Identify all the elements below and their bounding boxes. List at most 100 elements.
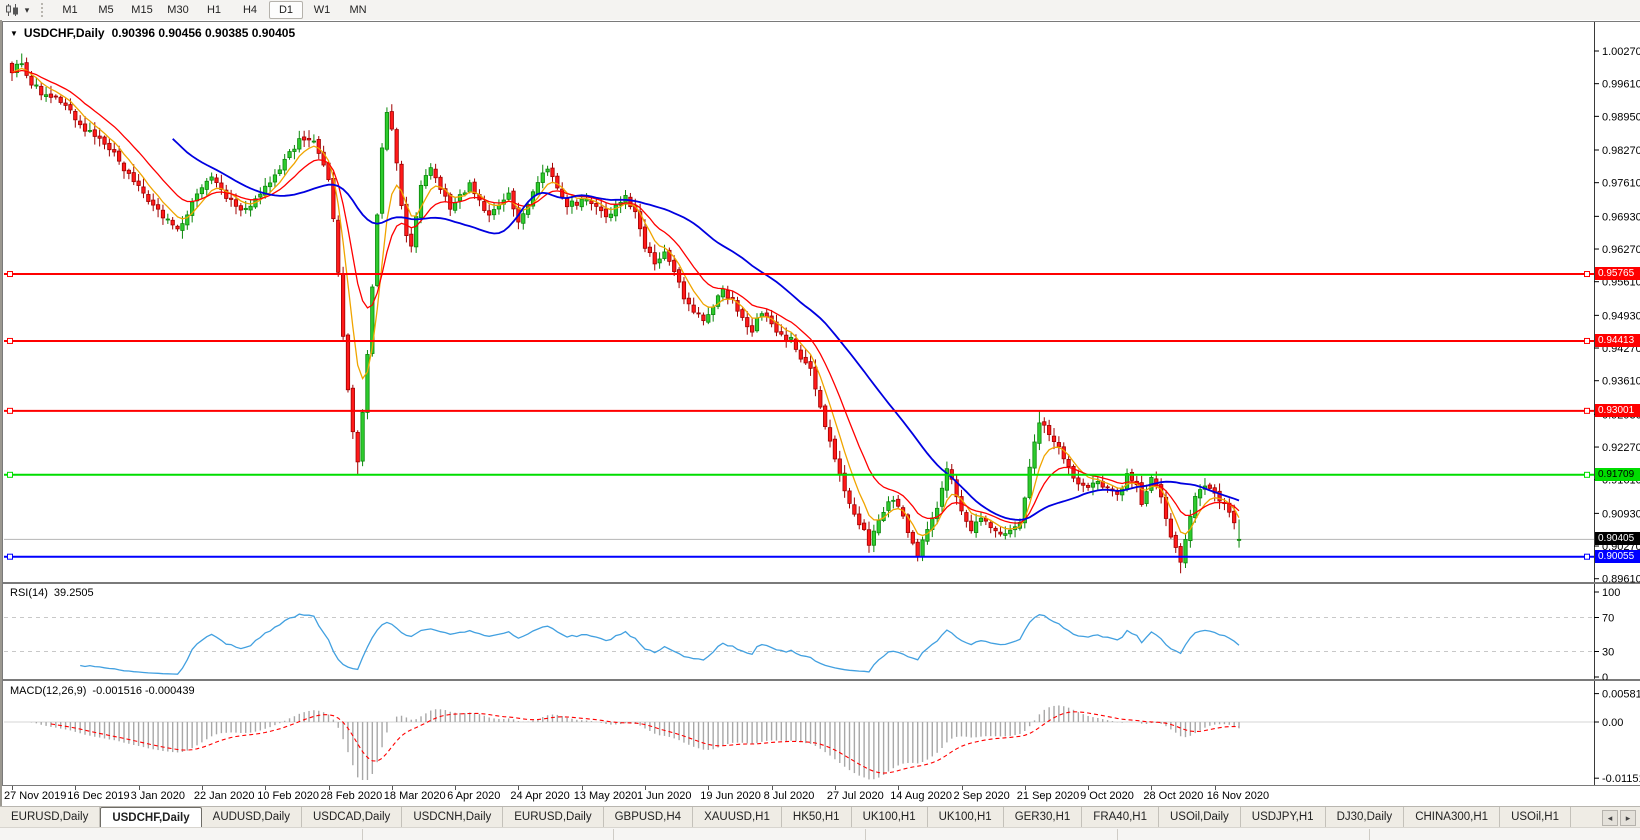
price-badge-0.90055: 0.90055 — [1595, 550, 1640, 563]
line-handle[interactable] — [1585, 554, 1590, 559]
tab-scroll-left[interactable]: ◂ — [1602, 810, 1618, 826]
candle-body — [273, 175, 276, 182]
chart-tab-DJ30-Daily[interactable]: DJ30,Daily — [1326, 807, 1405, 828]
candle-body — [1077, 478, 1080, 484]
candle-body — [1194, 496, 1197, 517]
chart-dropdown-icon[interactable]: ▼ — [10, 29, 18, 38]
candle-body — [293, 149, 296, 151]
chart-tab-AUDUSD-Daily[interactable]: AUDUSD,Daily — [202, 807, 302, 828]
candle-body — [44, 95, 47, 97]
candle-body — [897, 499, 900, 506]
candle-body — [1145, 492, 1148, 504]
candle-body — [1184, 540, 1187, 563]
candle-body — [916, 542, 919, 556]
date-label: 28 Feb 2020 — [321, 790, 383, 802]
chart-tab-USDCAD-Daily[interactable]: USDCAD,Daily — [302, 807, 402, 828]
line-handle[interactable] — [8, 338, 13, 343]
candle-body — [88, 130, 91, 131]
chart-tab-USOil-Daily[interactable]: USOil,Daily — [1159, 807, 1241, 828]
timeframe-button-H1[interactable]: H1 — [197, 1, 231, 19]
line-handle[interactable] — [1585, 338, 1590, 343]
chart-tab-USDJPY-H1[interactable]: USDJPY,H1 — [1241, 807, 1326, 828]
candle-body — [1028, 467, 1031, 497]
timeframe-button-MN[interactable]: MN — [341, 1, 375, 19]
timeframe-button-W1[interactable]: W1 — [305, 1, 339, 19]
timeframe-button-D1[interactable]: D1 — [269, 1, 303, 19]
line-handle[interactable] — [8, 408, 13, 413]
candle-body — [137, 181, 140, 185]
candle-body — [911, 532, 914, 543]
timeframe-button-H4[interactable]: H4 — [233, 1, 267, 19]
chart-ohlc-values: 0.90396 0.90456 0.90385 0.90405 — [112, 26, 296, 40]
candle-body — [78, 121, 81, 125]
chart-type-icon[interactable] — [3, 2, 21, 18]
price-badge-0.91709: 0.91709 — [1595, 468, 1640, 481]
candle-body — [614, 205, 617, 216]
timeframe-button-M1[interactable]: M1 — [53, 1, 87, 19]
candle-body — [965, 513, 968, 522]
candle-body — [390, 112, 393, 129]
candle-body — [337, 220, 340, 272]
chart-type-dropdown-caret[interactable]: ▾ — [21, 5, 33, 16]
price-axis-label: 0.96930 — [1602, 211, 1640, 223]
date-label: 28 Oct 2020 — [1143, 790, 1203, 802]
chart-tab-CHINA300-H1[interactable]: CHINA300,H1 — [1404, 807, 1500, 828]
candle-body — [697, 313, 700, 314]
tab-scroll-right[interactable]: ▸ — [1620, 810, 1636, 826]
candle-body — [487, 211, 490, 215]
candle-body — [1130, 472, 1133, 480]
price-axis-label: 0.98950 — [1602, 111, 1640, 123]
candle-body — [215, 178, 218, 183]
date-label: 22 Jan 2020 — [194, 790, 255, 802]
timeframe-button-M5[interactable]: M5 — [89, 1, 123, 19]
chart-tab-USDCNH-Daily[interactable]: USDCNH,Daily — [402, 807, 503, 828]
chart-tab-EURUSD-Daily[interactable]: EURUSD,Daily — [503, 807, 603, 828]
chart-tab-HK50-H1[interactable]: HK50,H1 — [782, 807, 852, 828]
line-handle[interactable] — [8, 472, 13, 477]
chart-tab-EURUSD-Daily[interactable]: EURUSD,Daily — [0, 807, 100, 828]
line-handle[interactable] — [1585, 272, 1590, 277]
main-panel-border — [3, 22, 1640, 583]
timeframe-buttons: M1M5M15M30H1H4D1W1MN — [52, 0, 376, 20]
date-axis[interactable]: 27 Nov 201916 Dec 20193 Jan 202022 Jan 2… — [2, 786, 1640, 806]
price-axis-label: 0.97610 — [1602, 178, 1640, 190]
candle-body — [838, 459, 841, 475]
candle-body — [341, 274, 344, 337]
statusbar-divider — [865, 829, 866, 840]
timeframe-button-M30[interactable]: M30 — [161, 1, 195, 19]
candle-body — [117, 151, 120, 161]
tab-scroll-buttons: ◂▸ — [1598, 807, 1640, 828]
chart-tab-USOil-H1[interactable]: USOil,H1 — [1500, 807, 1571, 828]
candle-body — [298, 139, 301, 149]
candle-body — [1091, 483, 1094, 487]
candle-body — [561, 189, 564, 197]
candle-body — [522, 214, 525, 224]
chart-tab-GER30-H1[interactable]: GER30,H1 — [1004, 807, 1083, 828]
candle-body — [400, 164, 403, 205]
chart-tab-USDCHF-Daily[interactable]: USDCHF,Daily — [100, 807, 201, 828]
date-label: 19 Jun 2020 — [700, 790, 761, 802]
line-handle[interactable] — [1585, 408, 1590, 413]
chart-tab-bar: EURUSD,DailyUSDCHF,DailyAUDUSD,DailyUSDC… — [0, 806, 1640, 828]
chart-tab-UK100-H1[interactable]: UK100,H1 — [852, 807, 928, 828]
candle-body — [1038, 423, 1041, 443]
chart-tab-XAUUSD-H1[interactable]: XAUUSD,H1 — [693, 807, 782, 828]
chart-tab-GBPUSD-H4[interactable]: GBPUSD,H4 — [604, 807, 693, 828]
line-handle[interactable] — [8, 272, 13, 277]
candle-body — [819, 390, 822, 407]
candle-body — [663, 252, 666, 259]
candlestick-glyph — [5, 3, 19, 17]
line-handle[interactable] — [8, 554, 13, 559]
line-handle[interactable] — [1585, 472, 1590, 477]
candle-body — [1174, 535, 1177, 547]
chart-tab-FRA40-H1[interactable]: FRA40,H1 — [1082, 807, 1159, 828]
candle-body — [1169, 519, 1172, 537]
chart-tab-UK100-H1[interactable]: UK100,H1 — [928, 807, 1004, 828]
candle-body — [726, 291, 729, 299]
statusbar-divider — [1117, 829, 1118, 840]
candle-body — [877, 521, 880, 533]
timeframe-button-M15[interactable]: M15 — [125, 1, 159, 19]
candle-body — [599, 207, 602, 211]
candle-body — [414, 217, 417, 247]
candle-body — [780, 332, 783, 335]
